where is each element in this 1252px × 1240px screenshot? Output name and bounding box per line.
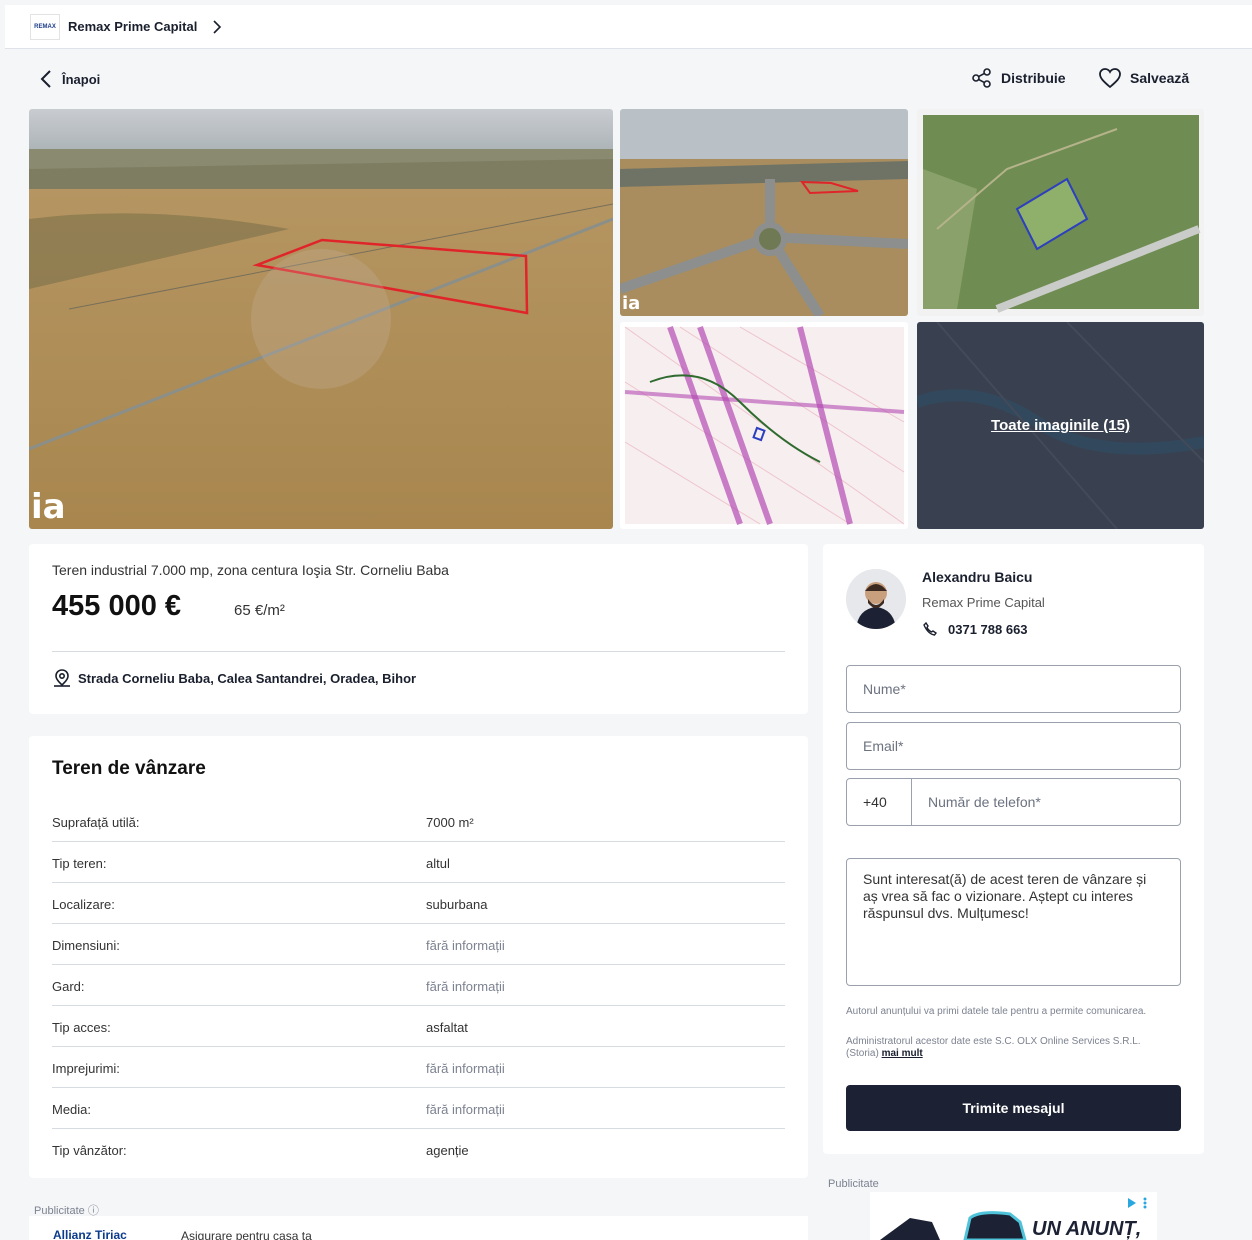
chevron-right-icon bbox=[213, 19, 222, 34]
ad-headline: UN ANUNȚ, bbox=[1032, 1218, 1142, 1240]
zoning-plan-photo bbox=[620, 322, 908, 529]
back-button[interactable]: Înapoi bbox=[40, 69, 100, 89]
detail-row: Localizare: suburbana bbox=[52, 883, 785, 924]
all-photos-link[interactable]: Toate imaginile (15) bbox=[917, 322, 1204, 529]
save-button[interactable]: Salvează bbox=[1098, 67, 1189, 89]
gallery-main-photo[interactable]: ia bbox=[29, 109, 613, 529]
back-label: Înapoi bbox=[62, 71, 101, 87]
watermark: ia bbox=[31, 487, 66, 527]
detail-value: fără informații bbox=[426, 979, 505, 994]
share-icon bbox=[972, 68, 991, 88]
price-per-m2: 65 €/m² bbox=[234, 602, 285, 619]
detail-value: altul bbox=[426, 856, 450, 871]
listing-price: 455 000 € bbox=[52, 590, 182, 622]
agent-agency: Remax Prime Capital bbox=[922, 595, 1045, 610]
email-field[interactable]: Email* bbox=[846, 722, 1181, 770]
message-textarea[interactable]: Sunt interesat(ă) de acest teren de vânz… bbox=[846, 858, 1181, 986]
detail-key: Tip teren: bbox=[52, 856, 107, 871]
detail-value: fără informații bbox=[426, 1102, 505, 1117]
share-button[interactable]: Distribuie bbox=[971, 67, 1066, 89]
send-message-button[interactable]: Trimite mesajul bbox=[846, 1085, 1181, 1131]
detail-key: Tip acces: bbox=[52, 1020, 111, 1035]
listing-summary: Teren industrial 7.000 mp, zona centura … bbox=[29, 544, 808, 714]
watermark: ia bbox=[622, 293, 641, 314]
phone-icon bbox=[923, 621, 938, 636]
detail-row: Tip teren: altul bbox=[52, 842, 785, 883]
aerial-field-photo bbox=[29, 109, 613, 529]
ad-brand: Allianz Tiriac bbox=[53, 1228, 127, 1240]
agent-phone[interactable]: 0371 788 663 bbox=[922, 621, 1028, 637]
name-field[interactable]: Nume* bbox=[846, 665, 1181, 713]
heart-icon bbox=[1099, 68, 1121, 89]
detail-key: Localizare: bbox=[52, 897, 115, 912]
ad-banner-right[interactable]: UN ANUNȚ, bbox=[870, 1192, 1157, 1240]
location-pin-icon bbox=[54, 669, 70, 687]
agency-name[interactable]: Remax Prime Capital bbox=[68, 19, 197, 34]
details-heading: Teren de vânzare bbox=[52, 758, 206, 779]
roundabout-photo bbox=[620, 109, 908, 316]
detail-row: Tip vânzător: agenție bbox=[52, 1129, 785, 1170]
phone-field[interactable]: Număr de telefon* bbox=[912, 779, 1180, 825]
ad-banner-left[interactable]: Allianz Tiriac Asigurare pentru casa ta bbox=[29, 1216, 808, 1240]
detail-key: Dimensiuni: bbox=[52, 938, 120, 953]
avatar bbox=[846, 569, 906, 629]
gallery-photo-4[interactable] bbox=[620, 322, 908, 529]
contact-card: Alexandru Baicu Remax Prime Capital 0371… bbox=[823, 544, 1204, 1154]
detail-key: Imprejurimi: bbox=[52, 1061, 120, 1076]
detail-row: Media: fără informații bbox=[52, 1088, 785, 1129]
ad-text: Asigurare pentru casa ta bbox=[181, 1229, 312, 1240]
address[interactable]: Strada Corneliu Baba, Calea Santandrei, … bbox=[52, 668, 416, 688]
detail-row: Tip acces: asfaltat bbox=[52, 1006, 785, 1047]
save-label: Salvează bbox=[1130, 70, 1190, 86]
all-photos-tile[interactable]: Toate imaginile (15) bbox=[917, 322, 1204, 529]
divider bbox=[52, 651, 785, 652]
detail-value: agenție bbox=[426, 1143, 469, 1158]
more-info-link[interactable]: mai mult bbox=[882, 1048, 923, 1059]
agent-name: Alexandru Baicu bbox=[922, 569, 1033, 585]
detail-value: asfaltat bbox=[426, 1020, 468, 1035]
legal-note: Autorul anunțului va primi datele tale p… bbox=[846, 1006, 1147, 1017]
phone-prefix-select[interactable]: +40 bbox=[847, 779, 912, 825]
detail-value: 7000 m² bbox=[426, 815, 474, 830]
address-text: Strada Corneliu Baba, Calea Santandrei, … bbox=[78, 670, 417, 686]
ad-label-right: Publicitate bbox=[828, 1178, 879, 1190]
phone-field-group: +40 Număr de telefon* bbox=[846, 778, 1181, 826]
detail-key: Suprafață utilă: bbox=[52, 815, 140, 830]
satellite-map-photo bbox=[917, 109, 1204, 316]
detail-key: Media: bbox=[52, 1102, 92, 1117]
share-label: Distribuie bbox=[1001, 70, 1066, 86]
agent-phone-number: 0371 788 663 bbox=[948, 621, 1028, 637]
detail-key: Tip vânzător: bbox=[52, 1143, 127, 1158]
legal-note-admin: Administratorul acestor date este S.C. O… bbox=[846, 1036, 1141, 1059]
detail-row: Dimensiuni: fără informații bbox=[52, 924, 785, 965]
detail-key: Gard: bbox=[52, 979, 85, 994]
detail-value: fără informații bbox=[426, 938, 505, 953]
gallery-photo-3[interactable] bbox=[917, 109, 1204, 316]
agency-logo: REMAX bbox=[30, 13, 60, 40]
detail-row: Imprejurimi: fără informații bbox=[52, 1047, 785, 1088]
details-section: Teren de vânzare Suprafață utilă: 7000 m²… bbox=[29, 736, 808, 1178]
action-bar: Înapoi Distribuie Salvează bbox=[5, 50, 1252, 106]
chevron-left-icon bbox=[40, 70, 51, 88]
listing-title: Teren industrial 7.000 mp, zona centura … bbox=[52, 562, 449, 578]
detail-row: Suprafață utilă: 7000 m² bbox=[52, 801, 785, 842]
gallery-photo-2[interactable]: ia bbox=[620, 109, 908, 316]
detail-value: suburbana bbox=[426, 897, 488, 912]
detail-row: Gard: fără informații bbox=[52, 965, 785, 1006]
detail-value: fără informații bbox=[426, 1061, 505, 1076]
agency-bar[interactable]: REMAX Remax Prime Capital bbox=[5, 5, 1252, 49]
